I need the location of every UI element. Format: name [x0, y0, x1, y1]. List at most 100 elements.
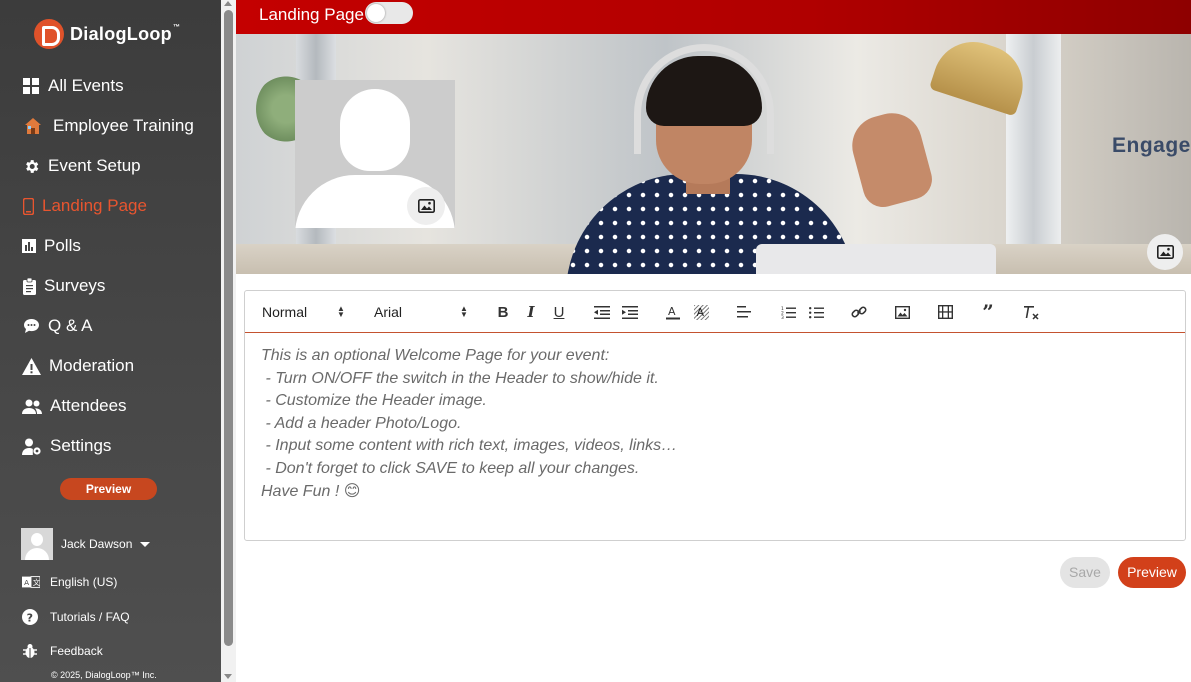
- scroll-thumb[interactable]: [224, 10, 233, 646]
- help-circle-icon: ?: [22, 609, 40, 625]
- content-line: Have Fun ! 😊: [261, 482, 361, 500]
- scroll-down-arrow-icon[interactable]: [224, 674, 232, 679]
- sidebar-scrollbar[interactable]: [221, 0, 236, 682]
- content-line: - Customize the Header image.: [261, 392, 487, 410]
- language-selector[interactable]: A文 English (US): [22, 575, 117, 589]
- bug-icon: [22, 643, 40, 659]
- feedback-label: Feedback: [50, 644, 103, 658]
- hero-overlay-text: Engage: [1112, 134, 1191, 157]
- copyright: © 2025, DialogLoop™ Inc.: [51, 670, 157, 680]
- sidebar-preview-button[interactable]: Preview: [60, 478, 157, 500]
- sidebar-item-event-setup[interactable]: Event Setup: [0, 146, 221, 186]
- page-header: Landing Page: [236, 0, 1191, 34]
- sidebar-item-all-events[interactable]: All Events: [0, 66, 221, 106]
- sidebar-item-label: Event Setup: [48, 156, 141, 175]
- align-left-icon[interactable]: [734, 303, 754, 321]
- sidebar-item-label: Surveys: [44, 276, 106, 295]
- svg-text:文: 文: [33, 578, 40, 587]
- change-header-image-button[interactable]: [1147, 234, 1183, 270]
- chat-icon: [22, 317, 40, 335]
- svg-text:A: A: [24, 578, 29, 587]
- clipboard-icon: [22, 277, 36, 295]
- sidebar-item-label: Attendees: [50, 396, 127, 415]
- change-logo-button[interactable]: [407, 187, 445, 225]
- updown-arrows-icon: ▲ ▼: [337, 304, 345, 319]
- blockquote-icon[interactable]: ”: [978, 300, 998, 324]
- users-icon: [22, 397, 42, 415]
- page-title: Landing Page: [259, 5, 364, 24]
- tutorials-label: Tutorials / FAQ: [50, 610, 130, 624]
- text-color-icon[interactable]: A: [663, 303, 683, 321]
- italic-icon[interactable]: I: [521, 303, 541, 321]
- bold-icon[interactable]: B: [493, 303, 513, 321]
- paragraph-style-value: Normal: [262, 304, 308, 320]
- svg-text:A: A: [696, 306, 704, 319]
- gear-icon: [22, 157, 40, 175]
- content-line: - Add a header Photo/Logo.: [261, 414, 462, 432]
- toggle-knob: [367, 4, 385, 22]
- font-family-value: Arial: [374, 304, 403, 320]
- updown-arrows-icon: ▲ ▼: [460, 304, 468, 319]
- insert-image-icon[interactable]: [892, 303, 912, 321]
- editor-toolbar: Normal ▲ ▼ Arial ▲ ▼ B I U A A 123 ”: [245, 291, 1185, 333]
- outdent-icon[interactable]: [592, 303, 612, 321]
- phone-icon: [22, 197, 34, 215]
- person-hand: [845, 106, 937, 212]
- insert-video-icon[interactable]: [935, 303, 955, 321]
- translate-icon: A文: [22, 575, 40, 589]
- sidebar-item-polls[interactable]: Polls: [0, 226, 221, 266]
- language-label: English (US): [50, 575, 118, 589]
- brand-logo[interactable]: DialogLoop™: [34, 19, 180, 49]
- headphones: [634, 44, 774, 154]
- avatar: [21, 528, 53, 560]
- sidebar-item-surveys[interactable]: Surveys: [0, 266, 221, 306]
- brand-name: DialogLoop™: [70, 23, 181, 44]
- user-name: Jack Dawson: [61, 537, 133, 551]
- clear-format-icon[interactable]: [1021, 303, 1041, 321]
- ordered-list-icon[interactable]: 123: [778, 303, 798, 321]
- bar-chart-icon: [22, 237, 36, 255]
- background-color-icon[interactable]: A: [691, 303, 711, 321]
- image-icon: [417, 199, 435, 213]
- sidebar-item-label: Polls: [44, 236, 81, 255]
- content-line: - Turn ON/OFF the switch in the Header t…: [261, 369, 659, 387]
- house-icon: [24, 117, 42, 135]
- sidebar-item-label: All Events: [48, 76, 124, 95]
- underline-icon[interactable]: U: [549, 303, 569, 321]
- feedback-link[interactable]: Feedback: [22, 643, 103, 659]
- sidebar-item-label: Settings: [50, 436, 112, 455]
- sidebar-item-employee-training[interactable]: Employee Training: [0, 106, 221, 146]
- rich-text-editor: Normal ▲ ▼ Arial ▲ ▼ B I U A A 123 ” Thi…: [244, 290, 1186, 541]
- sidebar-item-settings[interactable]: Settings: [0, 426, 221, 466]
- svg-text:A: A: [668, 305, 676, 318]
- sidebar-item-attendees[interactable]: Attendees: [0, 386, 221, 426]
- sidebar-item-qa[interactable]: Q & A: [0, 306, 221, 346]
- dialogloop-logo-icon: [34, 19, 64, 49]
- sidebar-item-landing-page[interactable]: Landing Page: [0, 186, 221, 226]
- preview-button[interactable]: Preview: [1118, 557, 1186, 588]
- content-line: This is an optional Welcome Page for you…: [261, 347, 610, 364]
- sidebar-item-label: Employee Training: [53, 116, 194, 135]
- editor-content[interactable]: This is an optional Welcome Page for you…: [245, 333, 1185, 515]
- scroll-up-arrow-icon[interactable]: [224, 1, 232, 6]
- landing-page-toggle[interactable]: [365, 2, 413, 24]
- save-button[interactable]: Save: [1060, 557, 1110, 588]
- image-icon: [1156, 245, 1174, 259]
- paragraph-style-select[interactable]: Normal: [262, 304, 347, 320]
- sidebar-item-label: Landing Page: [42, 196, 147, 215]
- sidebar: DialogLoop™ All Events Employee Training…: [0, 0, 221, 682]
- tutorials-link[interactable]: ? Tutorials / FAQ: [22, 609, 130, 625]
- indent-icon[interactable]: [620, 303, 640, 321]
- sidebar-nav: All Events Employee Training Event Setup…: [0, 66, 221, 466]
- font-family-select[interactable]: Arial: [374, 304, 469, 320]
- sidebar-item-label: Moderation: [49, 356, 135, 375]
- bullet-list-icon[interactable]: [806, 303, 826, 321]
- svg-text:3: 3: [781, 315, 784, 319]
- link-icon[interactable]: [849, 303, 869, 321]
- content-line: - Don't forget to click SAVE to keep all…: [261, 459, 640, 477]
- user-menu[interactable]: Jack Dawson: [21, 528, 151, 560]
- warning-icon: [22, 357, 41, 375]
- user-gear-icon: [22, 437, 42, 455]
- sidebar-item-label: Q & A: [48, 316, 93, 335]
- sidebar-item-moderation[interactable]: Moderation: [0, 346, 221, 386]
